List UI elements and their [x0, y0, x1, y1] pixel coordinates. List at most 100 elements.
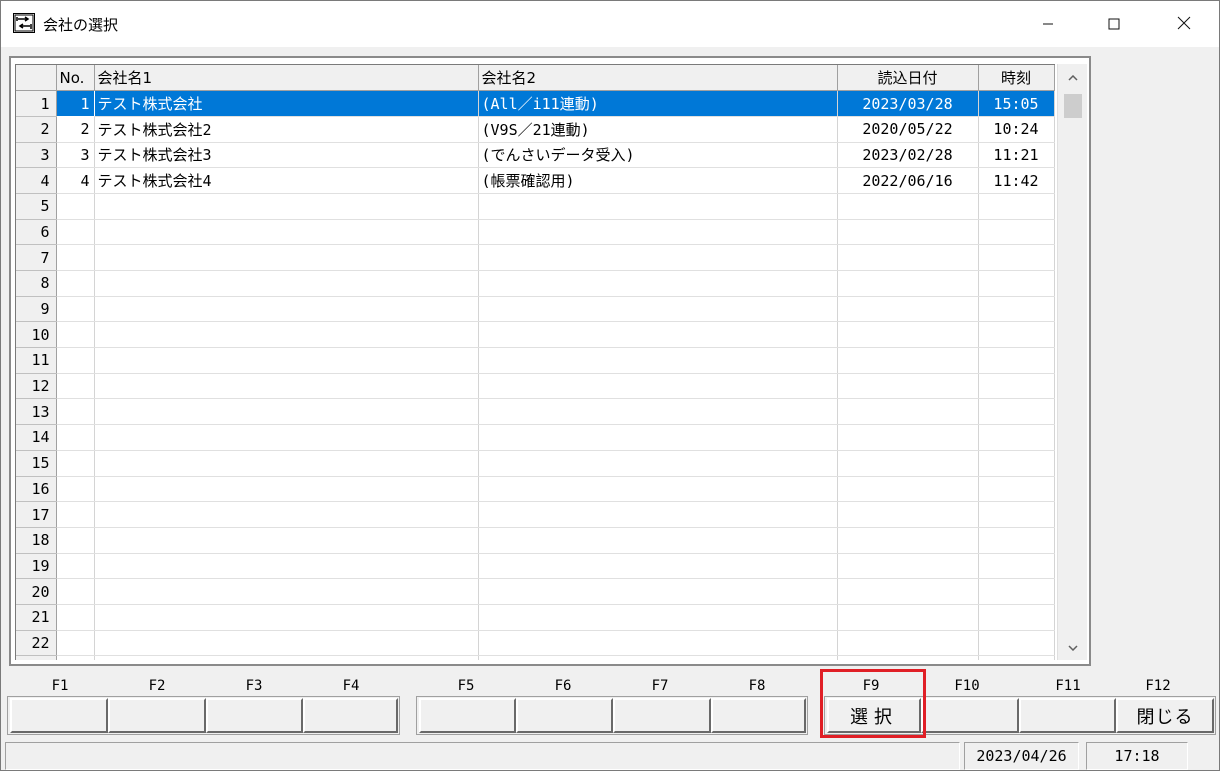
column-header-date[interactable]: 読込日付 [837, 65, 979, 92]
scrollbar-thumb[interactable] [1064, 94, 1082, 118]
table-row[interactable]: 18 [16, 527, 1055, 554]
read-time-cell [978, 347, 1055, 374]
table-row[interactable]: 9 [16, 296, 1055, 323]
f3-button[interactable] [206, 698, 303, 733]
company-name2-cell [478, 244, 838, 271]
company-name2-cell [478, 373, 838, 400]
row-number-cell: 15 [16, 450, 57, 477]
column-header-time[interactable]: 時刻 [978, 65, 1055, 92]
table-row[interactable]: 2 2 テスト株式会社2 (V9S／21連動) 2020/05/22 10:24 [16, 116, 1055, 143]
table-row[interactable]: 20 [16, 578, 1055, 605]
minimize-button[interactable] [1025, 1, 1071, 47]
maximize-button[interactable] [1091, 1, 1137, 47]
read-date-cell [837, 193, 979, 220]
fkey-label-f8: F8 [748, 678, 766, 694]
f10-button[interactable] [921, 698, 1019, 733]
column-header-no[interactable]: No. [56, 65, 95, 92]
no-cell [56, 270, 95, 297]
table-row[interactable]: 13 [16, 398, 1055, 426]
table-row[interactable]: 8 [16, 270, 1055, 297]
table-row[interactable]: 11 [16, 347, 1055, 374]
row-number-cell: 9 [16, 296, 57, 323]
table-row[interactable]: 17 [16, 501, 1055, 528]
company-table: No. 会社名1 会社名2 読込日付 時刻 1 1 テスト株式会社 (All／i11連… [16, 65, 1055, 660]
no-cell [56, 193, 95, 220]
no-cell [56, 219, 95, 246]
no-cell: 4 [56, 167, 95, 194]
f5-button[interactable] [419, 698, 516, 733]
company-select-window: 会社の選択 No. 会社名1 会社名2 読込日付 時刻 1 1 テスト株式会社 … [0, 0, 1220, 771]
row-number-cell: 20 [16, 578, 57, 605]
read-date-cell [837, 450, 979, 477]
table-row[interactable]: 21 [16, 604, 1055, 631]
table-row[interactable]: 15 [16, 450, 1055, 477]
no-cell [56, 578, 95, 605]
company-name1-cell: テスト株式会社2 [94, 116, 479, 143]
fkey-label-f10: F10 [954, 678, 980, 694]
table-row[interactable]: 6 [16, 219, 1055, 246]
row-number-cell: 13 [16, 398, 57, 426]
no-cell [56, 424, 95, 451]
f6-button[interactable] [516, 698, 613, 733]
no-cell [56, 553, 95, 580]
scroll-up-button[interactable] [1058, 64, 1088, 90]
f11-button[interactable] [1019, 698, 1116, 733]
close-button[interactable] [1161, 1, 1207, 47]
f1-button[interactable] [10, 698, 108, 733]
f7-button[interactable] [613, 698, 711, 733]
table-row[interactable]: 10 [16, 321, 1055, 349]
table-row[interactable]: 14 [16, 424, 1055, 451]
fkey-label-f3: F3 [245, 678, 263, 694]
f2-button[interactable] [108, 698, 206, 733]
table-row[interactable]: 23 [16, 655, 1055, 660]
close-dialog-button[interactable]: 閉じる [1116, 698, 1214, 733]
row-number-cell: 17 [16, 501, 57, 528]
f8-button[interactable] [711, 698, 806, 733]
read-time-cell [978, 296, 1055, 323]
f4-button[interactable] [303, 698, 398, 733]
no-cell [56, 321, 95, 349]
read-date-cell [837, 398, 979, 426]
column-header-name2[interactable]: 会社名2 [478, 65, 838, 92]
scroll-down-button[interactable] [1058, 634, 1088, 660]
table-row[interactable]: 7 [16, 244, 1055, 271]
row-number-cell: 5 [16, 193, 57, 220]
company-name2-cell [478, 296, 838, 323]
table-row[interactable]: 5 [16, 193, 1055, 220]
table-row[interactable]: 4 4 テスト株式会社4 (帳票確認用) 2022/06/16 11:42 [16, 167, 1055, 194]
table-row[interactable]: 1 1 テスト株式会社 (All／i11連動) 2023/03/28 15:05 [16, 90, 1055, 117]
table-row[interactable]: 19 [16, 553, 1055, 580]
company-name1-cell [94, 219, 479, 246]
read-time-cell [978, 450, 1055, 477]
title-bar[interactable]: 会社の選択 [1, 1, 1219, 47]
minimize-icon [1042, 14, 1054, 35]
row-number-cell: 4 [16, 167, 57, 194]
read-time-cell [978, 553, 1055, 580]
fkey-label-f2: F2 [148, 678, 166, 694]
row-number-cell: 16 [16, 476, 57, 503]
read-time-cell [978, 655, 1055, 660]
read-date-cell [837, 244, 979, 271]
company-name1-cell [94, 398, 479, 426]
read-date-cell [837, 553, 979, 580]
table-row[interactable]: 22 [16, 630, 1055, 657]
company-name1-cell [94, 527, 479, 554]
company-name1-cell [94, 321, 479, 349]
company-name2-cell [478, 476, 838, 503]
read-time-cell: 11:42 [978, 167, 1055, 194]
read-time-cell [978, 193, 1055, 220]
no-cell [56, 347, 95, 374]
company-grid[interactable]: No. 会社名1 会社名2 読込日付 時刻 1 1 テスト株式会社 (All／i11連… [15, 64, 1055, 660]
table-row[interactable]: 3 3 テスト株式会社3 (でんさいデータ受入) 2023/02/28 11:21 [16, 142, 1055, 169]
row-number-cell: 19 [16, 553, 57, 580]
table-row[interactable]: 16 [16, 476, 1055, 503]
read-date-cell [837, 527, 979, 554]
read-time-cell [978, 373, 1055, 400]
fkey-label-f6: F6 [554, 678, 572, 694]
row-number-header [16, 65, 57, 92]
column-header-name1[interactable]: 会社名1 [94, 65, 479, 92]
fkey-label-f11: F11 [1055, 678, 1081, 694]
no-cell [56, 604, 95, 631]
table-row[interactable]: 12 [16, 373, 1055, 400]
vertical-scrollbar[interactable] [1057, 64, 1087, 660]
